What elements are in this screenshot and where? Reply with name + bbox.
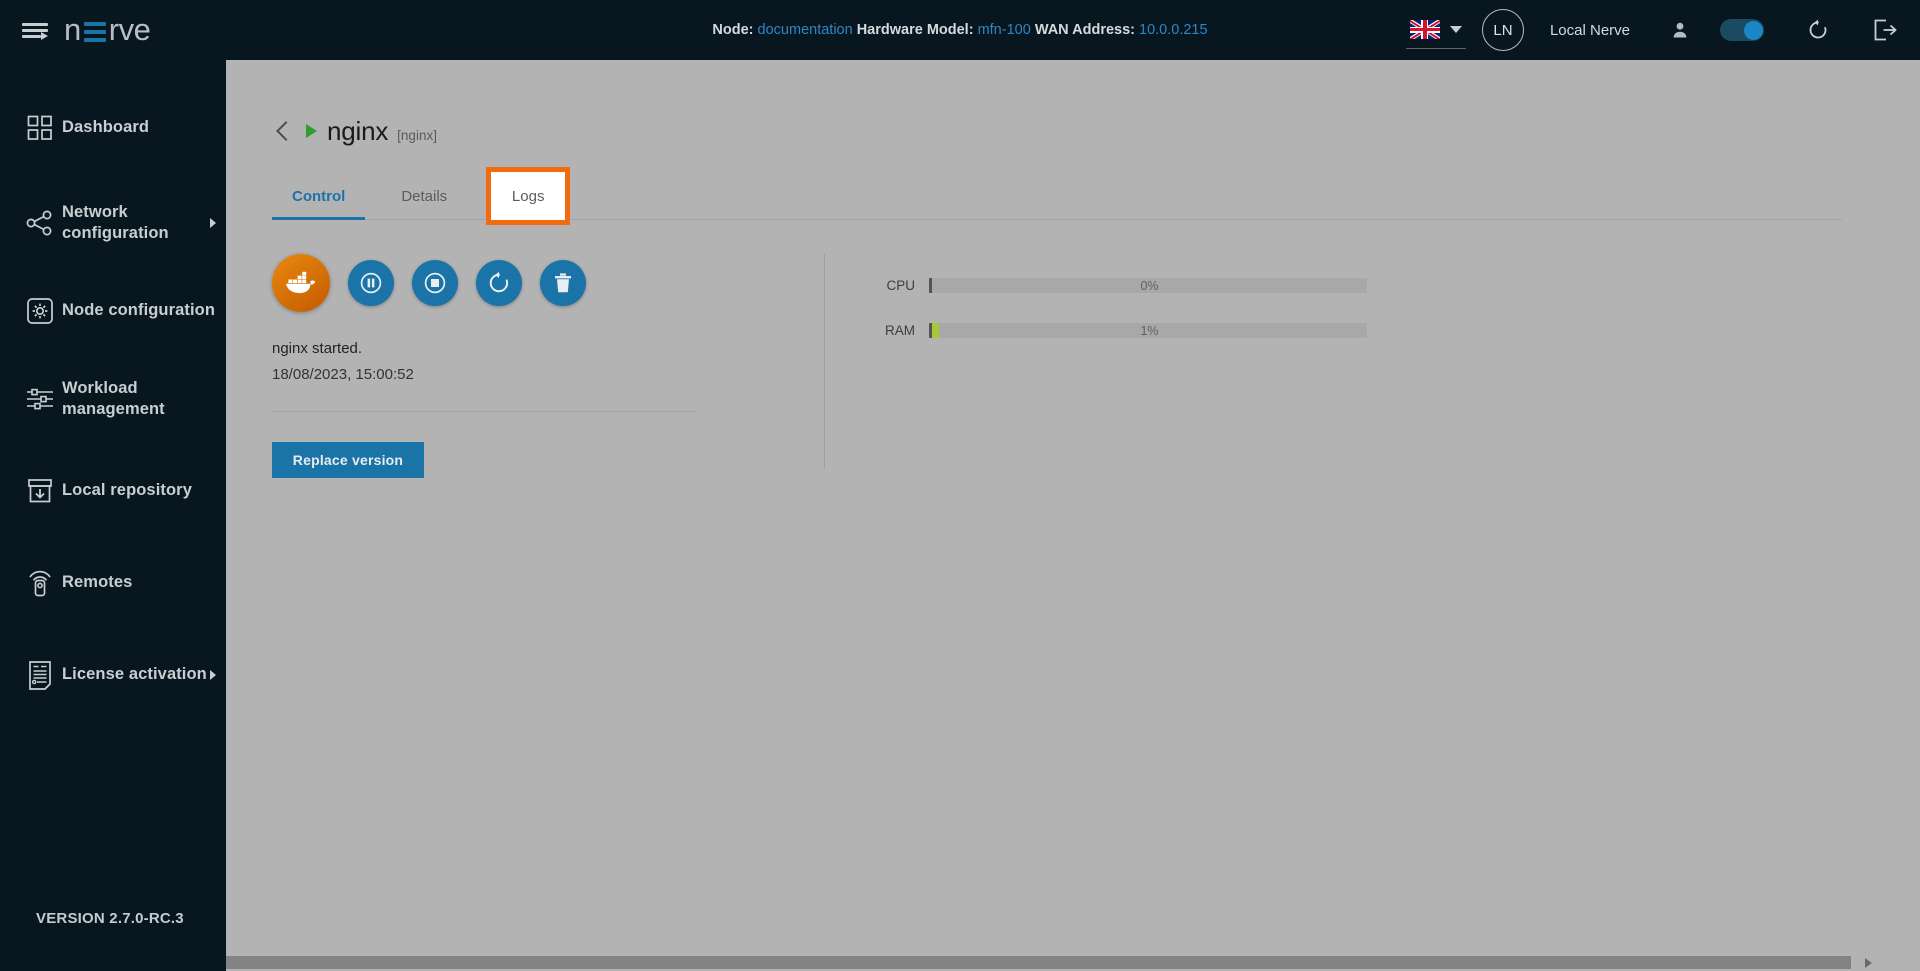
person-icon[interactable] <box>1670 20 1690 40</box>
docker-whale-icon <box>286 271 316 294</box>
scroll-right-arrow-icon[interactable] <box>1865 957 1872 968</box>
sidebar-item-label: Local repository <box>62 481 192 500</box>
delete-button[interactable] <box>540 260 586 306</box>
avatar-initials: LN <box>1493 21 1513 39</box>
tab-control[interactable]: Control <box>272 172 366 220</box>
hardware-model-value[interactable]: mfn-100 <box>978 22 1031 38</box>
sidebar-item-label: Workload management <box>62 378 165 418</box>
sliders-icon <box>18 387 62 411</box>
language-selector[interactable] <box>1405 11 1466 49</box>
control-pane: nginx started. 18/08/2023, 15:00:52 Repl… <box>226 254 746 478</box>
pause-button[interactable] <box>348 260 394 306</box>
logout-icon[interactable] <box>1872 18 1898 42</box>
back-chevron-icon[interactable] <box>272 120 294 142</box>
ram-meter-row: RAM 1% <box>871 323 1367 338</box>
repository-download-icon <box>18 477 62 505</box>
section-divider <box>272 411 697 412</box>
replace-version-button[interactable]: Replace version <box>272 442 424 478</box>
ram-meter-track: 1% <box>929 323 1367 338</box>
tab-label: Logs <box>511 187 545 205</box>
sidebar-item-license-activation[interactable]: License activation <box>0 645 226 705</box>
pause-icon <box>360 272 382 294</box>
node-value[interactable]: documentation <box>758 22 853 38</box>
node-label: Node: <box>712 22 754 38</box>
tab-label: Control <box>292 187 346 205</box>
status-timestamp: 18/08/2023, 15:00:52 <box>272 366 414 383</box>
sidebar-item-local-repository[interactable]: Local repository <box>0 461 226 521</box>
cpu-meter-track: 0% <box>929 278 1367 293</box>
nerve-logo: n rve <box>64 12 151 48</box>
sidebar-item-workload-management[interactable]: Workload management <box>0 369 226 429</box>
tab-label: Details <box>401 187 448 205</box>
main-content: nginx [nginx] Control Details Logs nginx… <box>226 60 1920 971</box>
top-bar-right-controls: LN Local Nerve <box>1405 0 1920 60</box>
tab-bar: Control Details Logs <box>272 167 1842 225</box>
top-bar: n rve Node: documentation Hardware Model… <box>0 0 1920 60</box>
wan-address-value[interactable]: 10.0.0.215 <box>1139 22 1208 38</box>
node-gear-icon <box>18 297 62 325</box>
stop-button[interactable] <box>412 260 458 306</box>
sidebar: Dashboard Network configuration Node con… <box>0 60 226 971</box>
scrollbar-thumb[interactable] <box>226 956 1851 969</box>
cpu-value: 0% <box>1140 278 1159 293</box>
sidebar-item-network-configuration[interactable]: Network configuration <box>0 193 226 253</box>
restart-icon <box>489 271 509 293</box>
ram-value: 1% <box>1140 323 1159 338</box>
chevron-down-icon[interactable] <box>1449 26 1462 33</box>
sidebar-item-dashboard[interactable]: Dashboard <box>0 98 226 158</box>
cpu-meter-row: CPU 0% <box>871 278 1367 293</box>
chevron-right-icon[interactable] <box>210 218 216 228</box>
toggle-knob <box>1743 20 1763 40</box>
sidebar-item-label: License activation <box>62 665 207 684</box>
sidebar-item-label: Remotes <box>62 573 133 592</box>
dashboard-grid-icon <box>18 115 62 141</box>
tab-details[interactable]: Details <box>381 172 467 220</box>
control-buttons-row <box>272 254 746 312</box>
license-document-icon <box>18 660 62 690</box>
logo-text-rve: rve <box>108 12 151 47</box>
hardware-model-label: Hardware Model: <box>856 22 974 38</box>
content-panes: nginx started. 18/08/2023, 15:00:52 Repl… <box>226 254 1920 478</box>
sidebar-item-label: Node configuration <box>62 301 216 320</box>
remote-control-icon <box>18 568 62 598</box>
chevron-right-icon[interactable] <box>210 670 216 680</box>
user-name: Local Nerve <box>1549 21 1630 39</box>
cpu-label: CPU <box>886 278 915 293</box>
stop-icon <box>424 272 446 294</box>
trash-icon <box>555 273 571 293</box>
logo-text-n: n <box>64 12 81 47</box>
sidebar-item-remotes[interactable]: Remotes <box>0 553 226 613</box>
avatar[interactable]: LN <box>1481 9 1524 51</box>
docker-icon-button[interactable] <box>272 254 330 312</box>
status-message: nginx started. <box>272 340 363 357</box>
mode-toggle[interactable] <box>1720 19 1764 41</box>
sidebar-item-label: Dashboard <box>62 118 150 137</box>
wan-address-label: WAN Address: <box>1034 22 1135 38</box>
horizontal-scrollbar[interactable] <box>226 954 1920 971</box>
refresh-icon[interactable] <box>1806 18 1830 42</box>
sidebar-item-label: Network configuration <box>62 202 169 242</box>
page-subtitle: [nginx] <box>397 127 437 143</box>
sidebar-bottom-filler <box>0 954 226 971</box>
uk-flag-icon <box>1409 20 1440 39</box>
tab-logs[interactable]: Logs <box>486 167 571 225</box>
hamburger-menu-icon[interactable] <box>22 20 48 40</box>
logo-e-glyph <box>83 19 106 42</box>
resource-meters-pane: CPU 0% RAM 1% <box>825 254 1367 478</box>
page-title: nginx <box>327 115 389 146</box>
network-share-icon <box>18 210 62 236</box>
ram-label: RAM <box>885 323 915 338</box>
sidebar-item-node-configuration[interactable]: Node configuration <box>0 281 226 341</box>
restart-button[interactable] <box>476 260 522 306</box>
play-triangle-icon <box>306 124 317 138</box>
page-header: nginx [nginx] <box>226 60 1920 146</box>
